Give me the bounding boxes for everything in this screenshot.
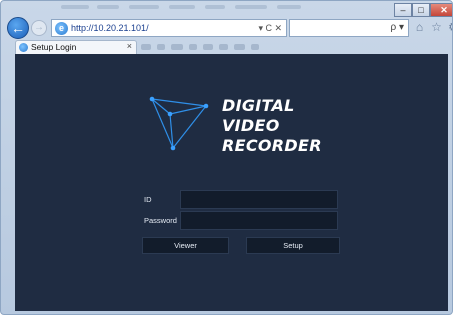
search-icon[interactable]: ρ ▾	[391, 22, 405, 33]
blurred-toolbar	[141, 44, 259, 50]
logo-line-2: VIDEO	[222, 116, 280, 135]
back-arrow-icon[interactable]: ←	[7, 17, 29, 39]
address-controls[interactable]: ▾ C ✕	[258, 23, 282, 34]
minimize-button[interactable]: –	[394, 3, 412, 17]
gear-icon[interactable]: ⚙	[447, 20, 452, 34]
close-window-button[interactable]: ✕	[430, 3, 452, 17]
search-box[interactable]: ρ ▾	[289, 19, 409, 37]
page-content: DIGITAL VIDEO RECORDER ID Password Viewe…	[15, 54, 448, 311]
home-icon[interactable]: ⌂	[413, 20, 426, 34]
forward-arrow-icon[interactable]: →	[31, 20, 47, 36]
maximize-button[interactable]: □	[412, 3, 430, 17]
tab-label: Setup Login	[31, 42, 77, 52]
viewer-button[interactable]: Viewer	[142, 237, 229, 254]
title-bar	[1, 1, 452, 15]
browser-window: – □ ✕ ← → e http://10.20.21.101/ ▾ C ✕ ρ…	[0, 0, 453, 315]
tab-strip: Setup Login ×	[1, 40, 452, 54]
setup-button[interactable]: Setup	[246, 237, 340, 254]
ie-page-icon	[19, 43, 28, 52]
logo-line-3: RECORDER	[222, 136, 322, 155]
ie-page-icon: e	[55, 22, 68, 35]
password-label: Password	[144, 216, 177, 225]
dvr-logo-icon	[149, 96, 209, 151]
navigation-bar: ← → e http://10.20.21.101/ ▾ C ✕ ρ ▾ ⌂ ☆…	[1, 17, 452, 39]
tab-close-icon[interactable]: ×	[127, 41, 132, 51]
star-icon[interactable]: ☆	[430, 20, 443, 34]
password-input[interactable]	[180, 211, 338, 230]
id-input[interactable]	[180, 190, 338, 209]
product-logo-text: DIGITAL VIDEO RECORDER	[222, 96, 322, 156]
window-controls: – □ ✕	[394, 3, 452, 17]
id-label: ID	[144, 195, 152, 204]
address-text[interactable]: http://10.20.21.101/	[71, 23, 149, 33]
logo-line-1: DIGITAL	[222, 96, 295, 115]
tab-setup-login[interactable]: Setup Login ×	[15, 40, 137, 54]
address-bar[interactable]: e http://10.20.21.101/ ▾ C ✕	[51, 19, 287, 37]
toolbar-icons: ⌂ ☆ ⚙	[413, 20, 452, 34]
